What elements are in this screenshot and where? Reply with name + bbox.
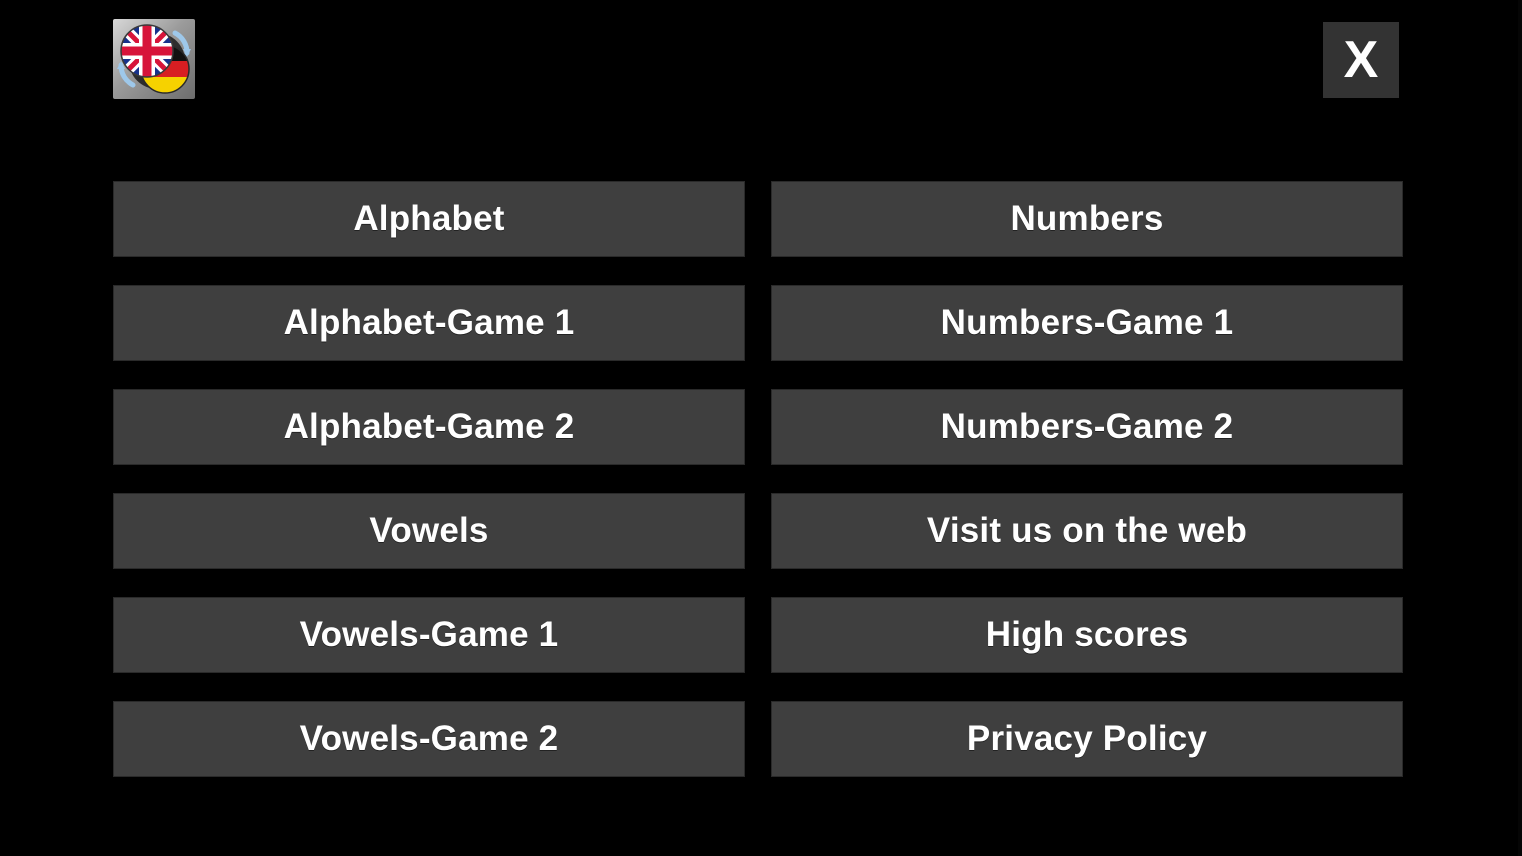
uk-german-flag-translate-icon[interactable] bbox=[113, 19, 195, 99]
menu-button-alphabet-game-2[interactable]: Alphabet-Game 2 bbox=[113, 389, 745, 465]
main-menu-grid: Alphabet Numbers Alphabet-Game 1 Numbers… bbox=[113, 181, 1403, 777]
menu-button-visit-us-on-the-web[interactable]: Visit us on the web bbox=[771, 493, 1403, 569]
menu-button-vowels[interactable]: Vowels bbox=[113, 493, 745, 569]
menu-button-alphabet[interactable]: Alphabet bbox=[113, 181, 745, 257]
menu-button-high-scores[interactable]: High scores bbox=[771, 597, 1403, 673]
right-edge-strip bbox=[1518, 0, 1522, 856]
menu-button-privacy-policy[interactable]: Privacy Policy bbox=[771, 701, 1403, 777]
menu-button-vowels-game-1[interactable]: Vowels-Game 1 bbox=[113, 597, 745, 673]
menu-button-numbers-game-2[interactable]: Numbers-Game 2 bbox=[771, 389, 1403, 465]
menu-button-numbers-game-1[interactable]: Numbers-Game 1 bbox=[771, 285, 1403, 361]
top-bar: X bbox=[0, 0, 1518, 120]
close-button[interactable]: X bbox=[1323, 22, 1399, 98]
menu-button-numbers[interactable]: Numbers bbox=[771, 181, 1403, 257]
app-root: X Alphabet Numbers Alphabet-Game 1 Numbe… bbox=[0, 0, 1518, 856]
menu-button-alphabet-game-1[interactable]: Alphabet-Game 1 bbox=[113, 285, 745, 361]
menu-button-vowels-game-2[interactable]: Vowels-Game 2 bbox=[113, 701, 745, 777]
